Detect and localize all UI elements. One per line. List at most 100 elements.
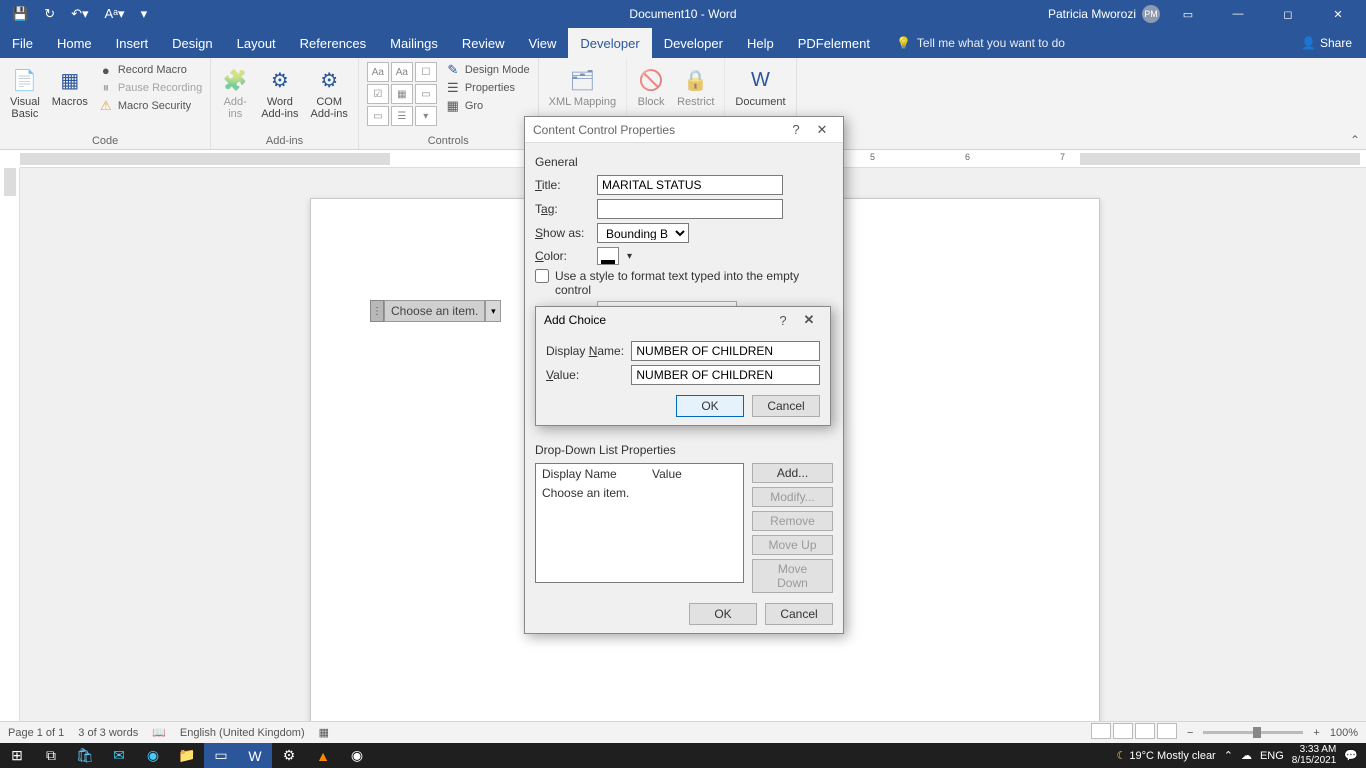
add-choice-ok-button[interactable]: OK	[676, 395, 744, 417]
ccp-close-button[interactable]: ✕	[809, 122, 835, 138]
restrict-button[interactable]: 🔒Restrict	[675, 62, 716, 112]
ccp-color-dropdown-icon[interactable]: ▾	[625, 251, 632, 262]
save-icon[interactable]: 💾	[6, 4, 34, 24]
tray-chevron-icon[interactable]: ⌃	[1224, 749, 1233, 762]
status-language[interactable]: English (United Kingdom)	[180, 727, 305, 739]
qat-more-icon[interactable]: ▾	[135, 4, 154, 24]
tab-help[interactable]: Help	[735, 28, 786, 58]
block-button[interactable]: 🚫Block	[635, 62, 667, 112]
add-choice-display-input[interactable]	[631, 341, 820, 361]
ccp-general-label: General	[535, 155, 833, 169]
tray-notifications-icon[interactable]: 💬	[1344, 749, 1358, 762]
tab-review[interactable]: Review	[450, 28, 517, 58]
restrict-icon: 🔒	[682, 66, 710, 94]
macros-button[interactable]: ▦Macros	[50, 62, 90, 112]
block-icon: 🚫	[637, 66, 665, 94]
undo-icon[interactable]: ↶▾	[65, 4, 94, 24]
zoom-level[interactable]: 100%	[1330, 727, 1358, 739]
status-words[interactable]: 3 of 3 words	[78, 727, 138, 739]
taskbar-store-icon[interactable]: 🛍	[68, 743, 102, 768]
tab-mailings[interactable]: Mailings	[378, 28, 450, 58]
word-addins-button[interactable]: ⚙Word Add-ins	[259, 62, 300, 124]
pause-recording-button[interactable]: ⏸Pause Recording	[98, 80, 202, 96]
zoom-out-button[interactable]: −	[1187, 727, 1193, 739]
ccp-cancel-button[interactable]: Cancel	[765, 603, 833, 625]
ccp-ddl-listbox[interactable]: Display NameValue Choose an item.	[535, 463, 744, 583]
properties-button[interactable]: ☰Properties	[445, 80, 530, 96]
taskbar-settings-icon[interactable]: ⚙	[272, 743, 306, 768]
task-view-button[interactable]: ⧉	[34, 743, 68, 768]
taskbar-app-icon[interactable]: ▭	[204, 743, 238, 768]
zoom-slider[interactable]	[1203, 731, 1303, 734]
collapse-ribbon-icon[interactable]: ⌃	[1350, 133, 1360, 147]
add-choice-value-input[interactable]	[631, 365, 820, 385]
minimize-button[interactable]: —	[1216, 0, 1260, 28]
ccp-title-input[interactable]	[597, 175, 783, 195]
taskbar-chrome-icon[interactable]: ◉	[340, 743, 374, 768]
ccp-help-button[interactable]: ?	[783, 122, 809, 137]
status-proofing-icon[interactable]: 📖	[152, 726, 166, 739]
tab-pdfelement[interactable]: PDFelement	[786, 28, 882, 58]
font-icon[interactable]: Aᵃ▾	[99, 4, 131, 24]
add-choice-cancel-button[interactable]: Cancel	[752, 395, 820, 417]
visual-basic-button[interactable]: 📄Visual Basic	[8, 62, 42, 124]
taskbar-word-icon[interactable]: W	[238, 743, 272, 768]
ccp-tag-input[interactable]	[597, 199, 783, 219]
tab-view[interactable]: View	[516, 28, 568, 58]
ccp-use-style-checkbox[interactable]	[535, 269, 549, 283]
taskbar-explorer-icon[interactable]: 📁	[170, 743, 204, 768]
tab-home[interactable]: Home	[45, 28, 104, 58]
macro-security-button[interactable]: ⚠Macro Security	[98, 98, 202, 114]
vertical-ruler[interactable]	[0, 168, 20, 743]
user-name[interactable]: Patricia Mworozi	[1048, 7, 1136, 21]
taskbar-mail-icon[interactable]: ✉	[102, 743, 136, 768]
ccp-color-picker[interactable]	[597, 247, 619, 265]
tab-references[interactable]: References	[288, 28, 378, 58]
record-macro-button[interactable]: ●Record Macro	[98, 62, 202, 78]
share-icon: 👤	[1301, 36, 1316, 50]
com-addins-button[interactable]: ⚙COM Add-ins	[309, 62, 350, 124]
tray-clock[interactable]: 3:33 AM8/15/2021	[1292, 745, 1337, 766]
ccp-showas-select[interactable]: Bounding Box	[597, 223, 689, 243]
tab-developer-2[interactable]: Developer	[652, 28, 735, 58]
autosave-icon[interactable]: ↻	[38, 4, 61, 24]
zoom-in-button[interactable]: +	[1313, 727, 1319, 739]
maximize-button[interactable]: ◻	[1266, 0, 1310, 28]
content-control-chevron-icon[interactable]: ▾	[485, 300, 501, 322]
start-button[interactable]: ⊞	[0, 743, 34, 768]
share-button[interactable]: 👤 Share	[1287, 28, 1366, 58]
tray-language[interactable]: ENG	[1260, 750, 1284, 762]
tab-layout[interactable]: Layout	[225, 28, 288, 58]
visual-basic-icon: 📄	[11, 66, 39, 94]
ccp-add-button[interactable]: Add...	[752, 463, 833, 483]
taskbar-edge-icon[interactable]: ◉	[136, 743, 170, 768]
status-macro-icon[interactable]: ▦	[319, 726, 329, 739]
controls-gallery[interactable]: AaAa☐ ☑▦▭ ▭☰▾	[367, 62, 437, 126]
tray-onedrive-icon[interactable]: ☁	[1241, 749, 1252, 762]
ccp-ddl-row[interactable]: Choose an item.	[536, 484, 743, 502]
taskbar-vlc-icon[interactable]: ▲	[306, 743, 340, 768]
xml-mapping-button[interactable]: 🗂XML Mapping	[547, 62, 618, 112]
group-button[interactable]: ▦Gro	[445, 98, 530, 114]
add-choice-help-button[interactable]: ?	[770, 313, 796, 328]
view-buttons[interactable]	[1089, 723, 1177, 742]
content-control-dropdown[interactable]: ⋮ Choose an item. ▾	[370, 300, 501, 322]
taskbar-weather[interactable]: ☾ 19°C Mostly clear	[1116, 749, 1215, 762]
ccp-ok-button[interactable]: OK	[689, 603, 757, 625]
document-template-button[interactable]: WDocument	[733, 62, 787, 112]
content-control-text[interactable]: Choose an item.	[384, 300, 485, 322]
tab-developer[interactable]: Developer	[568, 28, 651, 58]
addins-button[interactable]: 🧩Add- ins	[219, 62, 251, 124]
status-page[interactable]: Page 1 of 1	[8, 727, 64, 739]
ribbon-display-icon[interactable]: ▭	[1166, 0, 1210, 28]
tab-file[interactable]: File	[0, 28, 45, 58]
tab-design[interactable]: Design	[160, 28, 224, 58]
content-control-handle-icon[interactable]: ⋮	[370, 300, 384, 322]
design-mode-button[interactable]: ✎Design Mode	[445, 62, 530, 78]
tab-insert[interactable]: Insert	[104, 28, 161, 58]
close-button[interactable]: ✕	[1316, 0, 1360, 28]
word-icon: W	[746, 66, 774, 94]
user-avatar[interactable]: PM	[1142, 5, 1160, 23]
add-choice-close-button[interactable]: ✕	[796, 312, 822, 328]
tell-me-search[interactable]: 💡 Tell me what you want to do	[896, 28, 1065, 58]
